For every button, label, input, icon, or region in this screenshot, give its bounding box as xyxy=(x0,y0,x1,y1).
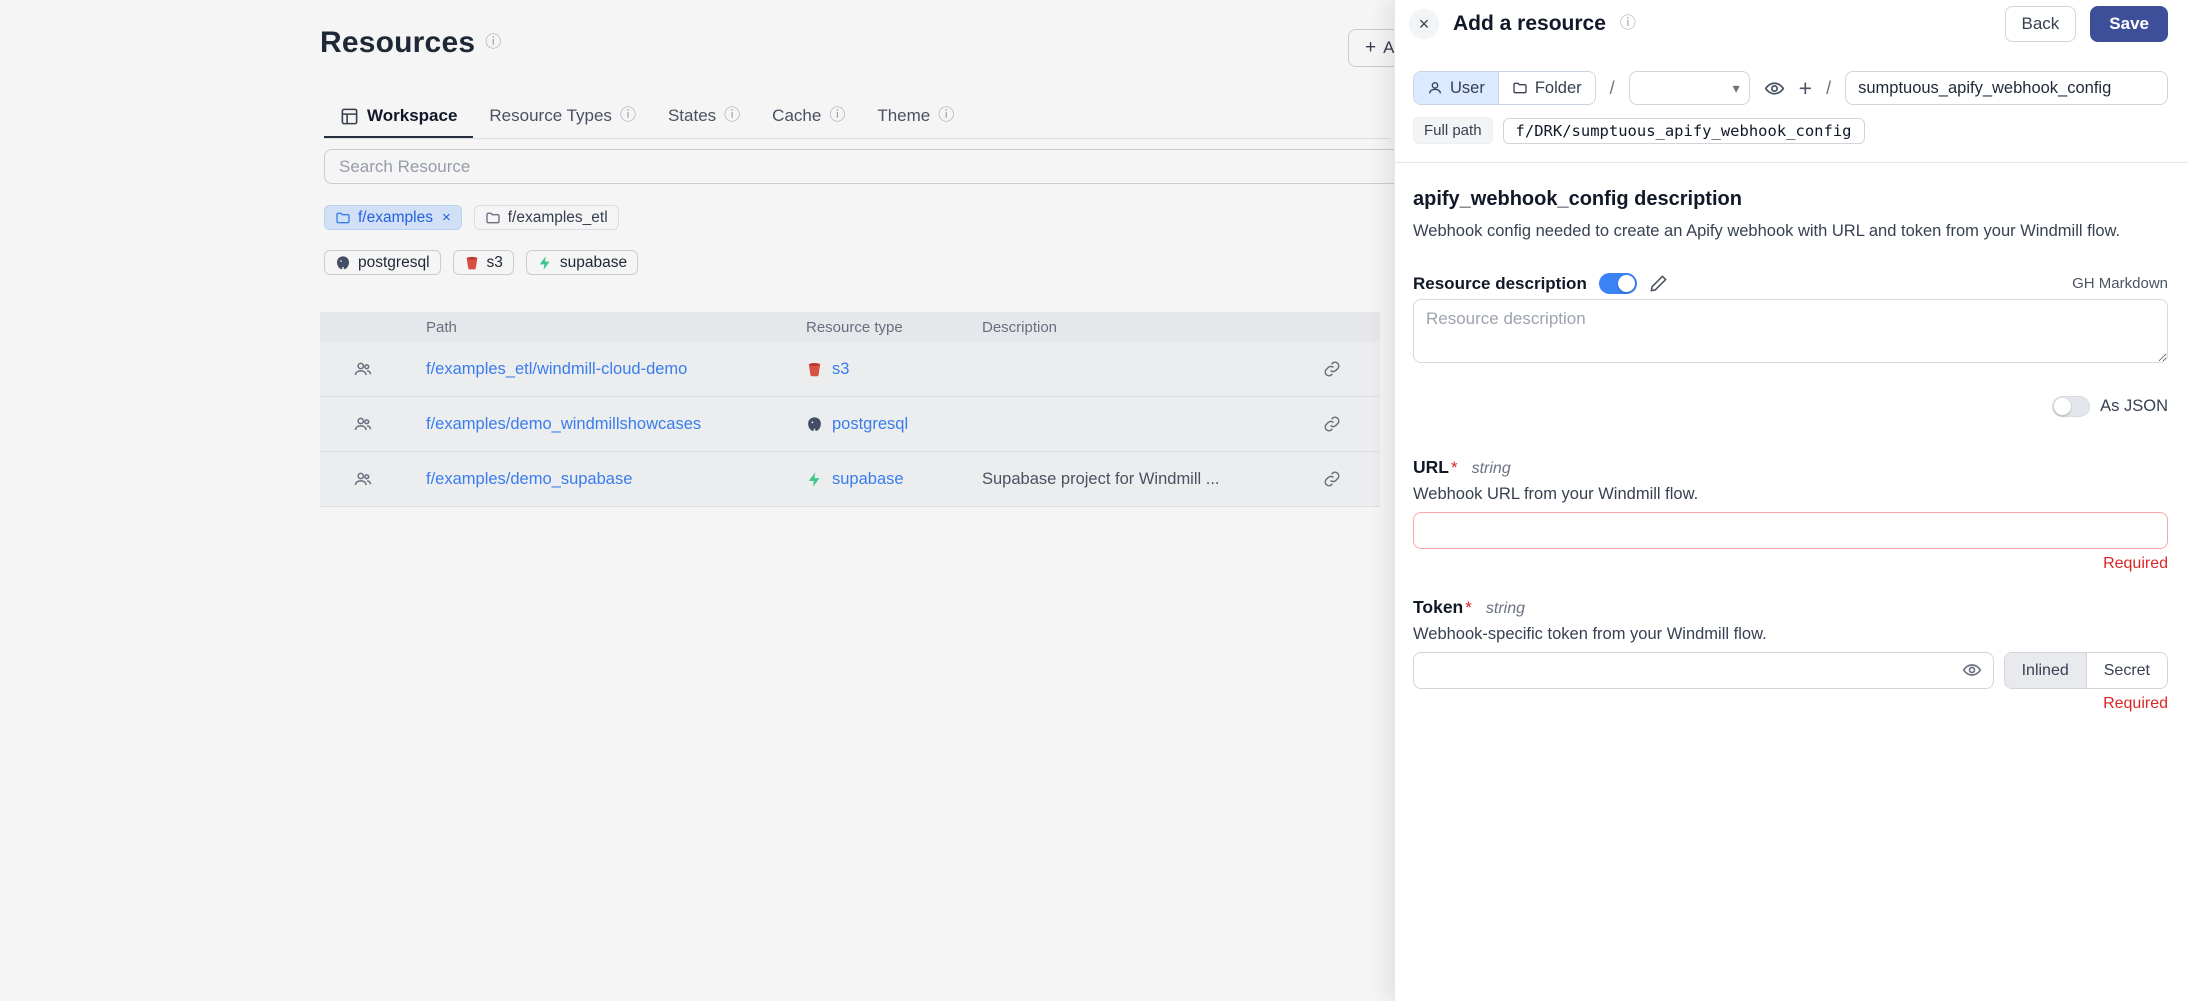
owner-user-option[interactable]: User xyxy=(1414,72,1498,104)
info-icon[interactable]: ⓘ xyxy=(1620,16,1636,32)
view-permissions-eye-icon[interactable] xyxy=(1764,78,1785,99)
add-resource-drawer: × Add a resource ⓘ Back Save User Folder… xyxy=(1394,0,2188,1001)
user-icon xyxy=(1427,80,1443,96)
divider xyxy=(1395,162,2188,163)
as-json-row: As JSON xyxy=(1413,396,2168,417)
resource-name-input[interactable] xyxy=(1845,71,2168,105)
token-type: string xyxy=(1486,600,1525,618)
owner-folder-label: Folder xyxy=(1535,79,1582,98)
markdown-preview-toggle[interactable] xyxy=(1599,273,1637,294)
full-path-row: Full path f/DRK/sumptuous_apify_webhook_… xyxy=(1413,117,2168,144)
url-required-text: Required xyxy=(1413,555,2168,573)
url-field: URL * string Webhook URL from your Windm… xyxy=(1413,457,2168,573)
schema-description: Webhook config needed to create an Apify… xyxy=(1413,220,2168,243)
drawer-header: × Add a resource ⓘ Back Save xyxy=(1395,0,2188,42)
required-asterisk: * xyxy=(1451,458,1458,478)
path-separator: / xyxy=(1610,78,1615,99)
as-json-toggle[interactable] xyxy=(2052,396,2090,417)
path-separator: / xyxy=(1826,78,1831,99)
url-type: string xyxy=(1472,460,1511,478)
as-json-label: As JSON xyxy=(2100,397,2168,416)
required-asterisk: * xyxy=(1465,598,1472,618)
token-input[interactable] xyxy=(1413,652,1994,689)
folder-icon xyxy=(1512,80,1528,96)
token-help: Webhook-specific token from your Windmil… xyxy=(1413,625,2168,644)
gh-markdown-label: GH Markdown xyxy=(2072,275,2168,292)
resource-description-label: Resource description xyxy=(1413,274,1587,294)
token-required-text: Required xyxy=(1413,695,2168,713)
token-secret-option[interactable]: Secret xyxy=(2086,653,2167,688)
chevron-down-icon: ▾ xyxy=(1733,80,1740,97)
save-button[interactable]: Save xyxy=(2090,6,2168,42)
schema-title: apify_webhook_config description xyxy=(1413,188,2168,211)
resource-description-textarea[interactable] xyxy=(1413,299,2168,363)
drawer-backdrop[interactable] xyxy=(0,0,1394,1001)
full-path-label: Full path xyxy=(1413,117,1493,144)
token-storage-toggle: Inlined Secret xyxy=(2004,652,2168,689)
token-field: Token * string Webhook-specific token fr… xyxy=(1413,597,2168,713)
owner-folder-option[interactable]: Folder xyxy=(1498,72,1595,104)
add-folder-icon[interactable]: + xyxy=(1799,77,1812,100)
edit-pencil-icon[interactable] xyxy=(1649,274,1668,293)
url-label: URL xyxy=(1413,457,1449,478)
url-input[interactable] xyxy=(1413,512,2168,549)
back-button[interactable]: Back xyxy=(2005,6,2077,42)
close-icon: × xyxy=(1419,14,1430,35)
url-help: Webhook URL from your Windmill flow. xyxy=(1413,485,2168,504)
drawer-title: Add a resource xyxy=(1453,12,1606,36)
path-builder: User Folder / ▾ + / xyxy=(1413,71,2168,105)
token-label: Token xyxy=(1413,597,1463,618)
show-password-eye-icon[interactable] xyxy=(1962,660,1982,680)
close-drawer-button[interactable]: × xyxy=(1409,9,1439,39)
owner-kind-toggle: User Folder xyxy=(1413,71,1596,105)
full-path-value: f/DRK/sumptuous_apify_webhook_config xyxy=(1503,118,1865,144)
resource-description-row: Resource description GH Markdown xyxy=(1413,273,2168,294)
owner-user-label: User xyxy=(1450,79,1485,98)
owner-select[interactable]: ▾ xyxy=(1629,71,1750,105)
token-inlined-option[interactable]: Inlined xyxy=(2005,653,2086,688)
